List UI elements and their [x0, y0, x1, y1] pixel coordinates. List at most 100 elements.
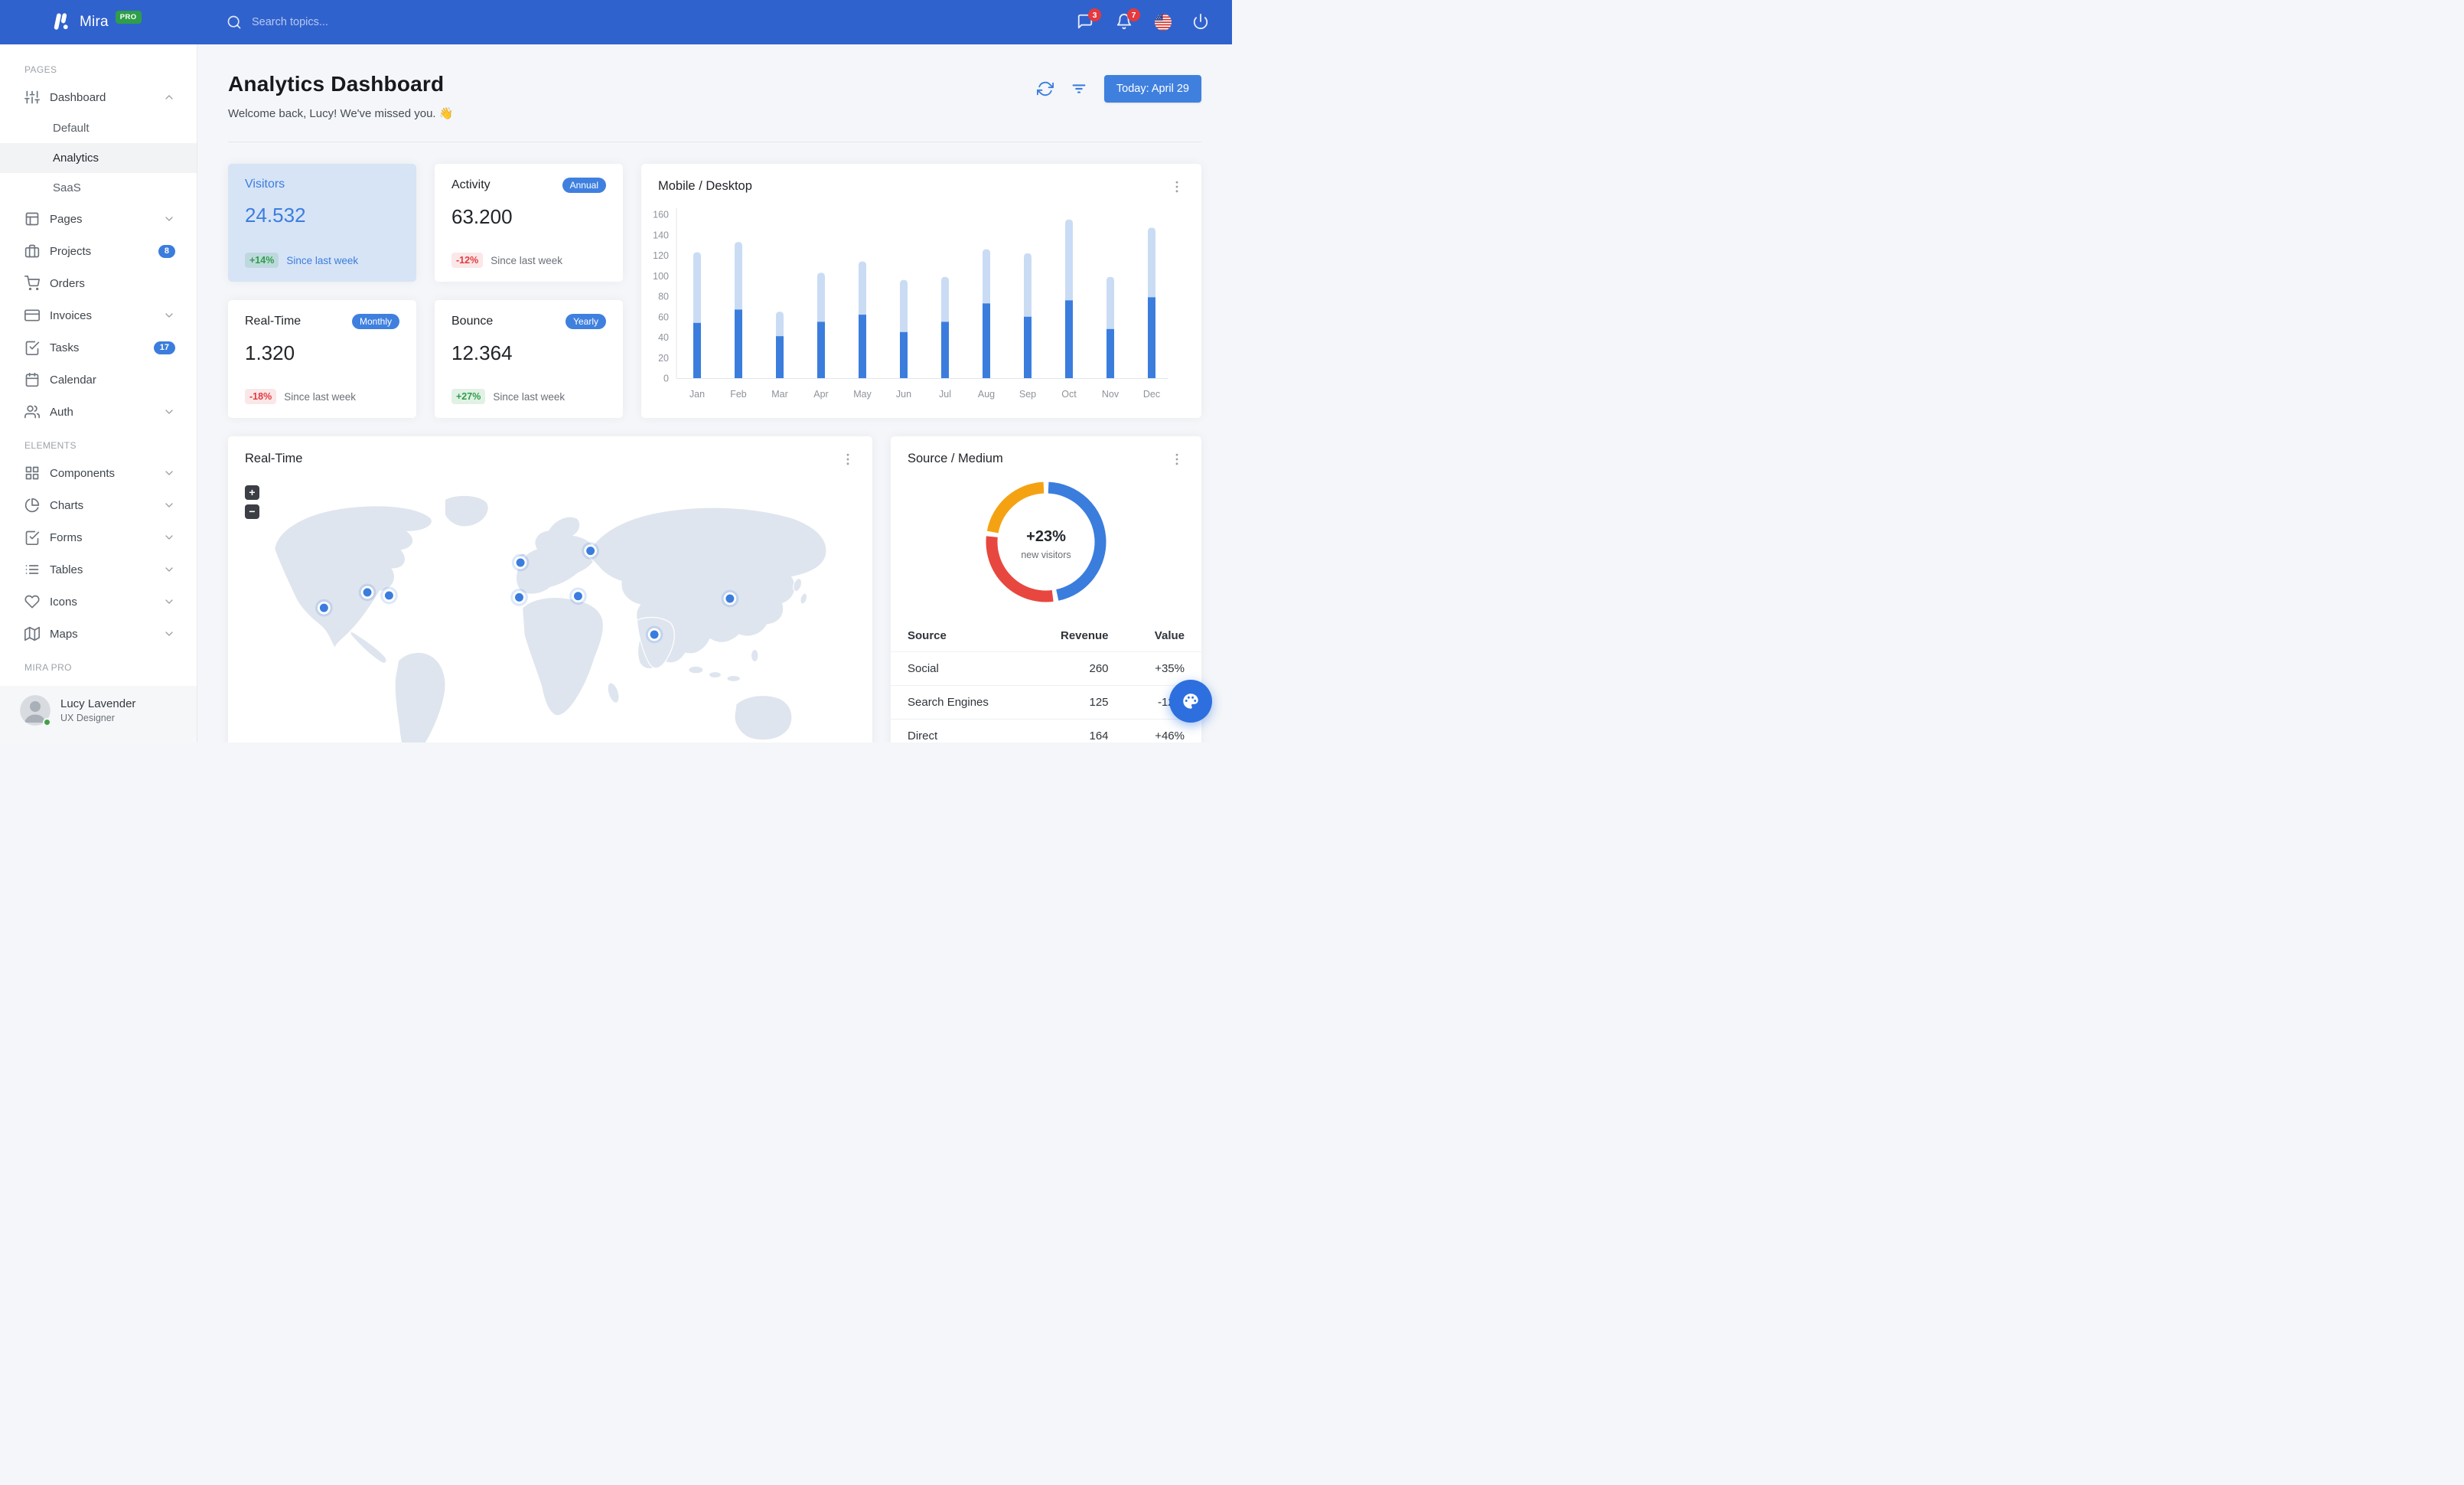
- sidebar-item-components[interactable]: Components: [0, 457, 197, 489]
- chevron-up-icon: [163, 91, 175, 103]
- revenue-cell: 164: [1028, 719, 1126, 742]
- stat-note: Since last week: [284, 390, 356, 403]
- sidebar-item-pages[interactable]: Pages: [0, 203, 197, 235]
- language-selector[interactable]: [1155, 14, 1172, 31]
- sidebar-item-label: Orders: [50, 276, 85, 290]
- svg-text:80: 80: [658, 292, 669, 302]
- svg-text:0: 0: [663, 374, 669, 384]
- map-marker-uk[interactable]: [511, 553, 530, 572]
- search-input[interactable]: [252, 16, 435, 28]
- shopping-cart-icon: [24, 276, 40, 291]
- sidebar-item-auth[interactable]: Auth: [0, 396, 197, 428]
- sidebar-subitem-analytics[interactable]: Analytics: [0, 143, 197, 173]
- map-marker-india[interactable]: [645, 625, 663, 644]
- credit-card-icon: [24, 308, 40, 323]
- map-title: Real-Time: [245, 452, 303, 465]
- stat-value: 63.200: [451, 205, 513, 228]
- kebab-icon: [846, 453, 849, 465]
- logout-button[interactable]: [1192, 13, 1211, 31]
- mobile-desktop-card: Mobile / Desktop 0 20 40 60 80 100 120 140 160 Ja…: [641, 164, 1201, 418]
- stat-card-title: Activity: [451, 178, 491, 191]
- user-name: Lucy Lavender: [60, 697, 136, 710]
- stat-card-bounce: Bounce Yearly 12.364 +27% Since last week: [435, 300, 623, 418]
- sidebar-item-label: Dashboard: [50, 90, 106, 104]
- pro-badge: PRO: [115, 10, 142, 24]
- check-square-icon: [24, 340, 40, 355]
- svg-text:140: 140: [653, 230, 669, 240]
- user-role: UX Designer: [60, 713, 115, 723]
- map-marker-spain[interactable]: [510, 589, 528, 606]
- stat-period-badge[interactable]: Annual: [562, 178, 606, 193]
- source-cell: Search Engines: [891, 685, 1028, 720]
- sidebar-item-label: Maps: [50, 627, 78, 641]
- revenue-cell: 260: [1028, 651, 1126, 686]
- map-zoom-in-button[interactable]: +: [245, 485, 259, 500]
- map-marker-us-east[interactable]: [380, 586, 398, 605]
- sidebar-item-orders[interactable]: Orders: [0, 267, 197, 299]
- stat-card-header: Bounce Yearly: [451, 314, 606, 329]
- svg-text:160: 160: [653, 210, 669, 220]
- svg-text:+23%: +23%: [1026, 528, 1066, 545]
- map-marker-us-west[interactable]: [315, 599, 333, 617]
- source-cell: Direct: [891, 719, 1028, 742]
- sidebar-item-projects[interactable]: Projects 8: [0, 235, 197, 267]
- briefcase-icon: [24, 243, 40, 259]
- map-marker-russia[interactable]: [582, 542, 599, 560]
- stat-card-title: Visitors: [245, 178, 285, 191]
- svg-text:Nov: Nov: [1102, 389, 1120, 400]
- svg-text:100: 100: [653, 271, 669, 282]
- sidebar-item-label: Icons: [50, 595, 77, 609]
- map-zoom-out-button[interactable]: −: [245, 504, 259, 519]
- stat-period-badge[interactable]: Yearly: [565, 314, 606, 329]
- sidebar-item-tasks[interactable]: Tasks 17: [0, 331, 197, 364]
- sidebar-item-icons[interactable]: Icons: [0, 586, 197, 618]
- notifications-button[interactable]: 7: [1116, 8, 1140, 31]
- chart-menu-button[interactable]: [1169, 179, 1185, 194]
- navbar-actions: 3 7: [1077, 8, 1232, 31]
- map-icon: [24, 626, 40, 641]
- stats-grid: Visitors 24.532 +14% Since last week Activit…: [228, 164, 623, 418]
- source-menu-button[interactable]: [1169, 452, 1185, 467]
- sidebar-user-card[interactable]: Lucy Lavender UX Designer: [0, 686, 197, 742]
- sidebar-item-label: Charts: [50, 498, 84, 512]
- map-marker-us-midwest[interactable]: [358, 583, 376, 602]
- sidebar-subitem-saas[interactable]: SaaS: [0, 173, 197, 203]
- svg-text:May: May: [853, 389, 872, 400]
- sidebar-item-dashboard[interactable]: Dashboard: [0, 81, 197, 113]
- sidebar-item-invoices[interactable]: Invoices: [0, 299, 197, 331]
- map-marker-turkey[interactable]: [569, 587, 587, 605]
- map-marker-china[interactable]: [721, 589, 739, 608]
- chevron-down-icon: [163, 213, 175, 225]
- stat-value: 24.532: [245, 204, 306, 227]
- svg-text:60: 60: [658, 312, 669, 322]
- date-range-button[interactable]: Today: April 29: [1103, 75, 1201, 103]
- svg-text:120: 120: [653, 250, 669, 261]
- stat-value: 1.320: [245, 341, 295, 364]
- pie-chart-icon: [24, 498, 40, 513]
- mobile-desktop-bar-chart: 0 20 40 60 80 100 120 140 160 Jan Feb Mar Apr May Jun J…: [653, 208, 1168, 400]
- map-menu-button[interactable]: [840, 452, 856, 467]
- sidebar-item-charts[interactable]: Charts: [0, 489, 197, 521]
- stat-period-badge[interactable]: Monthly: [351, 314, 399, 329]
- chevron-down-icon: [163, 596, 175, 608]
- sidebar-item-label: Tables: [50, 563, 83, 576]
- refresh-icon: [1036, 81, 1054, 96]
- sidebar-item-tables[interactable]: Tables: [0, 553, 197, 586]
- brand[interactable]: Mira PRO: [0, 10, 197, 34]
- filter-button[interactable]: [1071, 80, 1087, 97]
- sidebar-item-maps[interactable]: Maps: [0, 618, 197, 650]
- refresh-button[interactable]: [1036, 80, 1054, 97]
- stat-card-header: Activity Annual: [451, 178, 606, 193]
- sidebar-item-forms[interactable]: Forms: [0, 521, 197, 553]
- svg-text:Jan: Jan: [689, 389, 705, 400]
- svg-text:Mar: Mar: [771, 389, 788, 400]
- source-table-header-cell: Revenue: [1061, 629, 1109, 642]
- chart-title: Mobile / Desktop: [658, 179, 752, 193]
- theme-customizer-button[interactable]: [1169, 680, 1212, 723]
- messages-button[interactable]: 3: [1077, 8, 1101, 31]
- sidebar-subitem-default[interactable]: Default: [0, 113, 197, 143]
- sidebar-item-calendar[interactable]: Calendar: [0, 364, 197, 396]
- world-map[interactable]: [228, 467, 872, 742]
- table-row: Direct 164 +46%: [891, 719, 1201, 742]
- notifications-count-badge: 7: [1127, 8, 1140, 21]
